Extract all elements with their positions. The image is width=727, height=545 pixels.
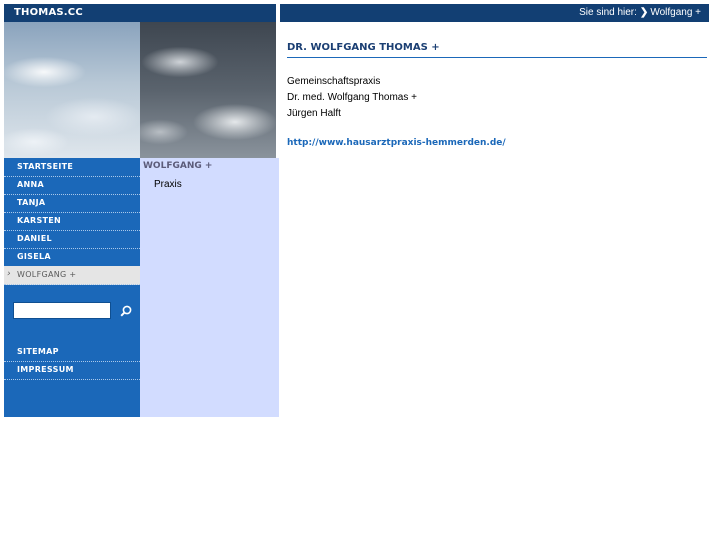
header-image-clouds-dark — [140, 22, 276, 158]
main-navigation: STARTSEITE ANNA TANJA KARSTEN DANIEL GIS… — [4, 158, 140, 417]
nav-item-label: KARSTEN — [17, 216, 62, 225]
header-image-clouds-light — [4, 22, 140, 158]
sub-navigation: WOLFGANG + Praxis — [140, 158, 279, 417]
breadcrumb-current[interactable]: Wolfgang + — [650, 7, 701, 18]
nav-item-gisela[interactable]: GISELA — [4, 248, 140, 267]
title-divider — [287, 57, 707, 58]
nav-item-label: DANIEL — [17, 234, 52, 243]
page-title: DR. WOLFGANG THOMAS + — [287, 42, 440, 53]
breadcrumb-prefix: Sie sind hier: — [579, 7, 637, 18]
chevron-right-icon: ❯ — [639, 7, 649, 18]
nav-item-label: TANJA — [17, 198, 46, 207]
subnav-title: WOLFGANG + — [143, 161, 213, 171]
header-bar-left: THOMAS.CC — [4, 4, 276, 22]
search-icon[interactable] — [119, 304, 133, 318]
nav-item-label: SITEMAP — [17, 347, 59, 356]
breadcrumb: Sie sind hier: ❯ Wolfgang + — [579, 7, 701, 18]
nav-item-label: STARTSEITE — [17, 162, 74, 171]
content-line: Gemeinschaftspraxis — [287, 76, 381, 87]
search-input[interactable] — [13, 302, 111, 319]
content-line: Jürgen Halft — [287, 108, 341, 119]
subnav-link-praxis[interactable]: Praxis — [154, 179, 182, 190]
nav-item-wolfgang[interactable]: › WOLFGANG + — [4, 266, 140, 285]
chevron-right-icon: › — [7, 269, 11, 279]
nav-item-anna[interactable]: ANNA — [4, 176, 140, 195]
nav-item-tanja[interactable]: TANJA — [4, 194, 140, 213]
header-bar-right: Sie sind hier: ❯ Wolfgang + — [280, 4, 709, 22]
content-line: Dr. med. Wolfgang Thomas + — [287, 92, 417, 103]
nav-item-label: ANNA — [17, 180, 44, 189]
nav-item-daniel[interactable]: DANIEL — [4, 230, 140, 249]
nav-item-label: IMPRESSUM — [17, 365, 74, 374]
nav-item-label: WOLFGANG + — [17, 270, 77, 279]
nav-item-label: GISELA — [17, 252, 51, 261]
nav-item-startseite[interactable]: STARTSEITE — [4, 158, 140, 177]
nav-item-karsten[interactable]: KARSTEN — [4, 212, 140, 231]
nav-item-impressum[interactable]: IMPRESSUM — [4, 361, 140, 380]
practice-website-link[interactable]: http://www.hausarztpraxis-hemmerden.de/ — [287, 138, 506, 148]
site-brand[interactable]: THOMAS.CC — [14, 7, 83, 18]
nav-item-sitemap[interactable]: SITEMAP — [4, 343, 140, 362]
